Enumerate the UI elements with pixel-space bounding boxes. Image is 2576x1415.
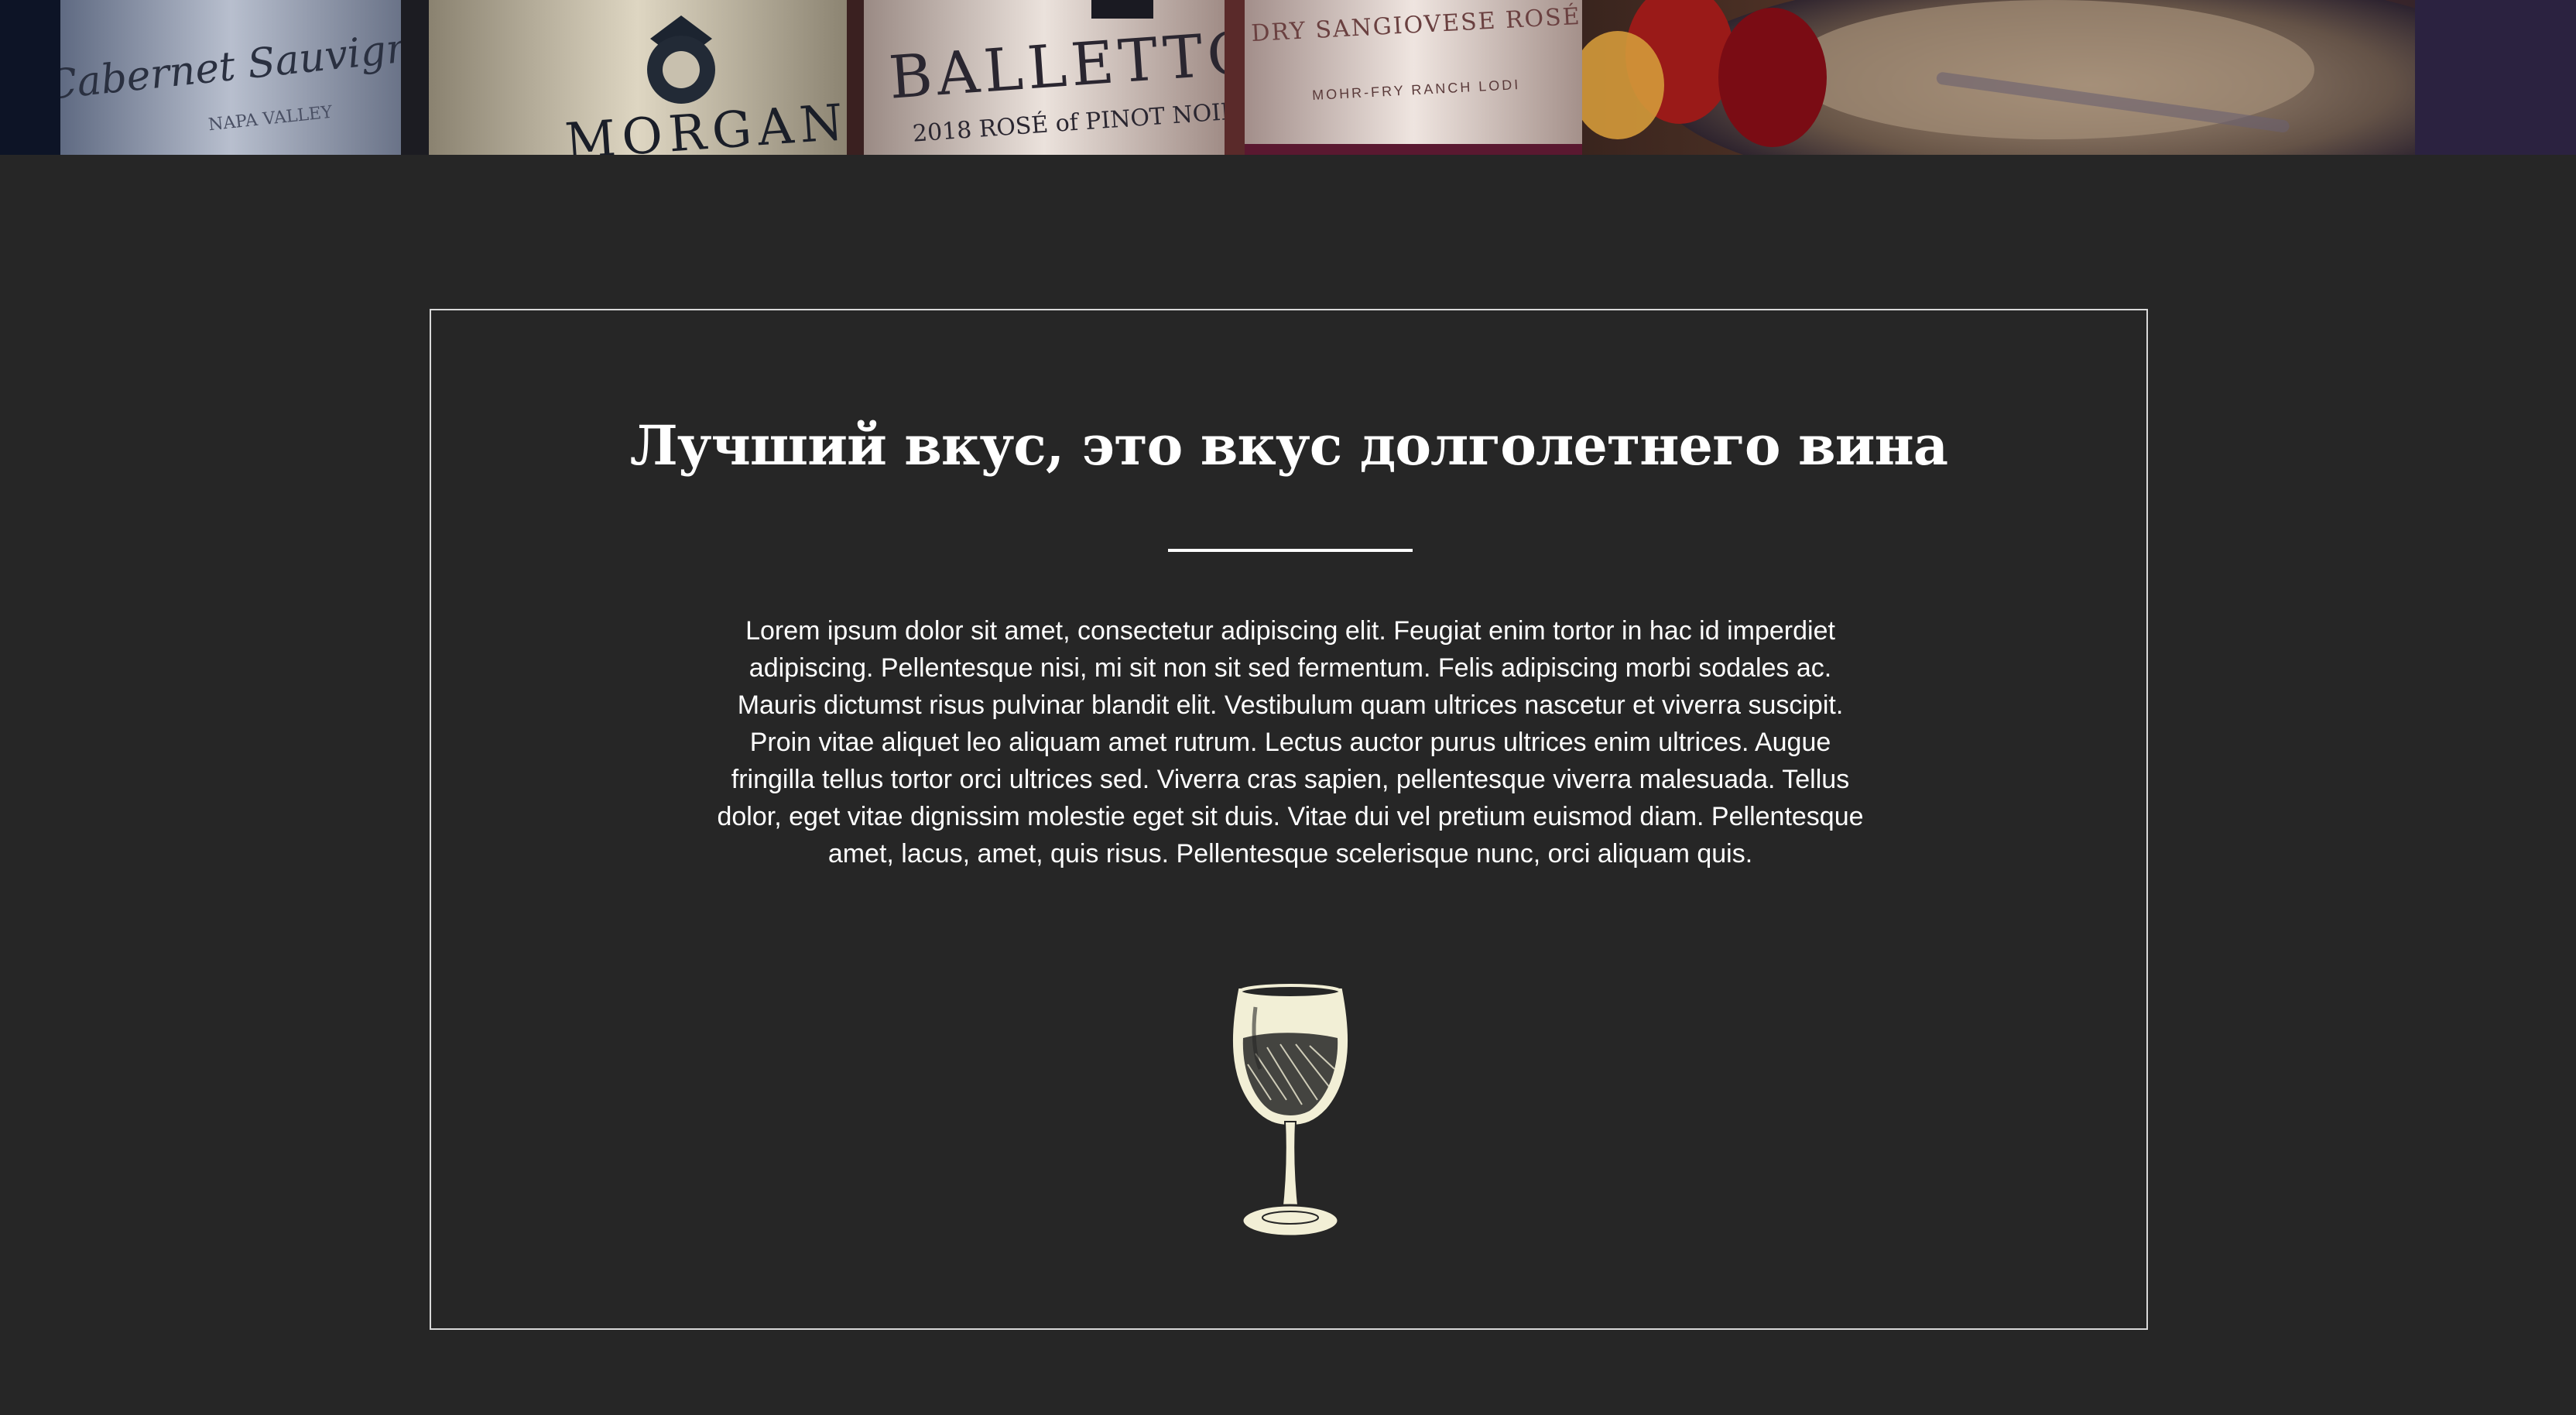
section-title: Лучший вкус, это вкус долголетнего вина xyxy=(629,413,1948,478)
hero-wine-bottles-image: Cabernet Sauvignon NAPA VALLEY MORGAN BA… xyxy=(0,0,2576,155)
title-divider xyxy=(1168,549,1413,552)
wine-glass-icon xyxy=(1225,984,1356,1242)
content-card: Лучший вкус, это вкус долголетнего вина … xyxy=(430,309,2148,1330)
section-body-text: Lorem ipsum dolor sit amet, consectetur … xyxy=(717,616,1864,869)
